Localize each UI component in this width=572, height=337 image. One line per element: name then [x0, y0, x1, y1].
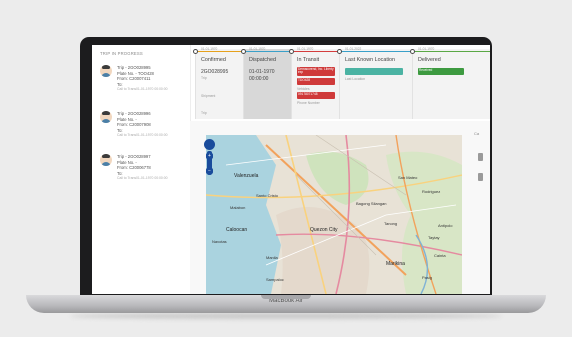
status-bar [196, 51, 244, 53]
phone-tag: 09178071748 [297, 92, 335, 99]
trip-meta: Call to Trans01-01-1970 00:00:00 [117, 133, 168, 138]
map-label: Santo Cristo [256, 193, 279, 198]
status-delivered[interactable]: 01-01-1970 Delivered Received [410, 47, 490, 119]
device-icon[interactable] [478, 173, 483, 181]
trip-meta: Call to Trans01-01-1970 00:00:00 [117, 87, 168, 92]
driver-avatar [100, 111, 112, 123]
status-dot [241, 49, 246, 54]
map-label: Quezon City [310, 227, 338, 233]
status-date: 01-01-1970 [418, 47, 435, 51]
device-icon[interactable] [478, 153, 483, 161]
map-label: Marikina [386, 261, 405, 267]
status-dot [193, 49, 198, 54]
status-date: 01-01-2022 [345, 47, 362, 51]
plate-tag: TDO428 [297, 78, 335, 85]
map-label: Cainta [434, 253, 446, 258]
map-label: Taytay [428, 235, 440, 240]
status-title: Last Known Location [345, 57, 396, 63]
map-view[interactable]: Valenzuela Quezon City Caloocan San Mate… [206, 135, 462, 294]
status-dispatched[interactable]: 01-01-1970 Dispatched 01-01-1970 00:00:0… [241, 47, 292, 119]
last-location-label: Last Location [345, 77, 366, 81]
status-confirmed[interactable]: 01-01-1970 Confirmed 2GO028995 Trip Ship… [193, 47, 244, 119]
map-label: Antipolo [438, 223, 453, 228]
map-zoom-control: + − [204, 139, 215, 183]
status-bar [340, 51, 413, 53]
map-label: Sampaloc [266, 277, 284, 282]
trips-panel: TRIP IN PROGRESS Trip - 2GO028995 Plate … [92, 45, 191, 294]
driver-avatar [100, 65, 112, 77]
shipment-label: Shipment [201, 94, 216, 98]
status-date: 01-01-1970 [201, 47, 218, 51]
status-bar [292, 51, 340, 53]
driver-avatar [100, 154, 112, 166]
trip-label: Trip [201, 76, 207, 80]
map-label: Tanong [384, 221, 398, 226]
zoom-out-button[interactable]: − [206, 168, 213, 174]
status-title: Confirmed [201, 57, 226, 63]
map-label: Malabon [230, 205, 246, 210]
app-screen: TRIP IN PROGRESS Trip - 2GO028995 Plate … [92, 45, 490, 294]
status-date: 01-01-1970 [249, 47, 266, 51]
status-date: 01-01-1970 [297, 47, 314, 51]
side-label: Ca [474, 131, 480, 136]
vehicles-label: Vehicles [297, 87, 310, 91]
status-dot [337, 49, 342, 54]
map-label: San Mateo [398, 175, 418, 180]
trips-heading: TRIP IN PROGRESS [100, 51, 143, 56]
map-tiles [206, 135, 462, 294]
phone-label: Phone Number [297, 101, 320, 105]
laptop-notch [261, 295, 311, 299]
status-in-transit[interactable]: 01-01-1970 In Transit Demacorend, Inc. L… [289, 47, 340, 119]
status-dot [289, 49, 294, 54]
status-last-location[interactable]: 01-01-2022 Last Known Location Last Loca… [337, 47, 413, 119]
trip-number: 2GO028995 [201, 69, 229, 75]
map-label: Bagong Silangan [356, 201, 387, 206]
pan-icon[interactable] [204, 139, 215, 150]
trucker-tag: Demacorend, Inc. Liberty exp [297, 67, 335, 76]
status-title: Delivered [418, 57, 441, 63]
laptop-shadow [70, 313, 502, 319]
laptop-base: MacBook Air [26, 295, 546, 313]
status-bar [413, 51, 490, 53]
status-dot [410, 49, 415, 54]
location-tag [345, 68, 403, 75]
map-label: Navotas [212, 239, 227, 244]
status-title: Dispatched [249, 57, 276, 63]
map-label: Caloocan [226, 227, 248, 233]
status-title: In Transit [297, 57, 320, 63]
map-label: Pasig [422, 275, 433, 280]
trip-label-2: Trip [201, 111, 207, 115]
map-label: Valenzuela [234, 173, 259, 179]
status-bar [244, 51, 292, 53]
map-label: Manila [266, 255, 278, 260]
dispatch-time: 00:00:00 [249, 76, 269, 82]
received-tag: Received [418, 68, 464, 75]
zoom-in-button[interactable]: + [206, 153, 213, 159]
map-side-panel: Ca [474, 131, 488, 211]
trip-meta: Call to Trans01-01-1970 00:00:00 [117, 176, 168, 181]
dispatch-date: 01-01-1970 [249, 69, 275, 75]
status-timeline: 01-01-1970 Confirmed 2GO028995 Trip Ship… [193, 47, 490, 119]
map-label: Rodriguez [422, 189, 441, 194]
